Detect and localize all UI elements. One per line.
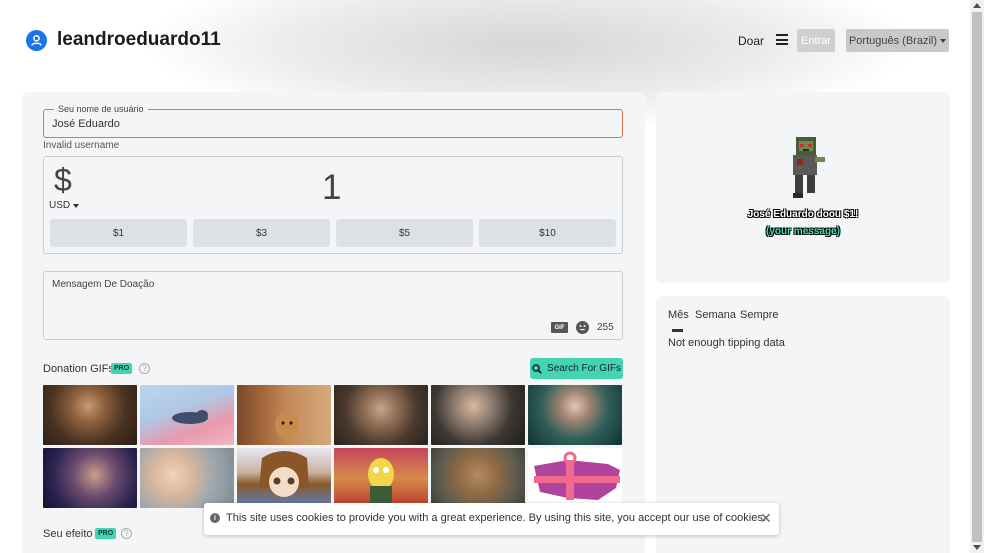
char-counter: 255 [597,322,614,333]
gif-thumbnail-man-thumbs-up[interactable] [140,448,234,508]
preset-amount-button[interactable]: $3 [193,219,330,247]
pro-badge: PRO [111,363,133,374]
preview-message-text: (your message) [766,226,840,237]
nav-doar-link[interactable]: Doar [738,34,764,48]
gif-thumbnail-bearded-man[interactable] [334,385,428,445]
help-icon[interactable]: ? [139,363,150,374]
scroll-up-arrow-icon[interactable] [973,3,981,8]
zombie-character-icon [793,137,825,198]
gif-icon[interactable]: GIF [551,322,568,333]
preset-amount-button[interactable]: $10 [479,219,616,247]
message-placeholder: Mensagem De Doação [52,279,155,290]
tab-active-indicator [672,329,683,332]
login-button[interactable]: Entrar [797,29,835,52]
currency-select[interactable]: USD [49,200,80,211]
gif-thumbnail-dog[interactable] [431,448,525,508]
caret-down-icon [73,203,80,208]
user-icon [26,30,47,51]
language-label: Português (Brazil) [848,34,938,47]
page-username: leandroeduardo11 [57,29,221,50]
help-icon[interactable]: ? [121,528,132,539]
stats-empty-text: Not enough tipping data [668,337,785,349]
site-header: leandroeduardo11 Doar Entrar Português (… [0,0,970,80]
username-error: Invalid username [43,140,120,151]
tab-semana[interactable]: Semana [695,309,736,321]
gif-thumbnail-man-headphones[interactable] [43,448,137,508]
caret-down-icon [940,38,947,43]
currency-symbol: $ [54,162,72,198]
search-icon [532,363,542,374]
username-field-label: Seu nome de usuário [54,104,148,114]
scrollbar-thumb[interactable] [972,12,982,542]
info-icon: i [210,513,220,523]
language-select[interactable]: Português (Brazil) [846,29,949,52]
pro-badge: PRO [95,528,117,539]
gif-thumbnail-man-toasting[interactable] [431,385,525,445]
preset-amount-button[interactable]: $5 [336,219,473,247]
close-icon[interactable]: ✕ [760,510,772,527]
amount-input[interactable]: 1 [322,168,341,208]
preview-donation-text: José Eduardo doou $1! [747,209,859,220]
donation-gifs-label: Donation GIFs [43,363,114,375]
gif-thumbnail-anime-cat[interactable] [140,385,234,445]
gif-thumbnail-anime-girl[interactable] [237,448,331,508]
username-value[interactable]: José Eduardo [52,118,120,130]
tab-mes[interactable]: Mês [668,309,689,321]
gif-thumbnail-simpsons[interactable] [334,448,428,508]
cookie-message: This site uses cookies to provide you wi… [226,512,766,524]
gif-thumbnail-usa-gift[interactable] [528,448,622,508]
your-effect-label: Seu efeito [43,528,93,540]
gif-thumbnail-man-laughing[interactable] [43,385,137,445]
search-gifs-button[interactable]: Search For GIFs [530,358,623,379]
currency-code: USD [49,200,71,211]
emoji-icon[interactable] [576,321,589,334]
menu-icon[interactable] [776,34,788,45]
preset-amount-button[interactable]: $1 [50,219,187,247]
scroll-down-arrow-icon[interactable] [973,545,981,550]
gif-thumbnail-man-smiling[interactable] [528,385,622,445]
search-gifs-label: Search For GIFs [547,363,621,374]
tab-sempre[interactable]: Sempre [740,309,779,321]
gif-thumbnail-cat-peeking[interactable] [237,385,331,445]
